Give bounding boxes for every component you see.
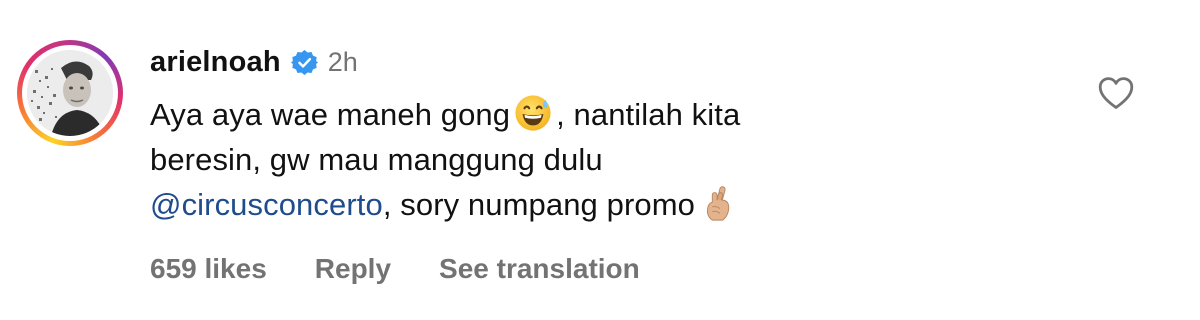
avatar[interactable] — [27, 50, 113, 136]
see-translation-button[interactable]: See translation — [439, 253, 640, 285]
comment-text: , sory numpang promo — [382, 187, 695, 222]
crossed-fingers-icon — [699, 184, 737, 222]
comment-text: beresin, gw mau manggung dulu — [150, 142, 603, 177]
comment-text: Aya aya wae maneh gong — [150, 97, 511, 132]
grinning-face-with-sweat-icon — [514, 94, 552, 132]
avatar-image — [27, 50, 113, 136]
likes-count[interactable]: 659 likes — [150, 253, 267, 285]
username[interactable]: arielnoah — [150, 46, 281, 79]
avatar-gap — [22, 45, 118, 141]
comment-header: arielnoah 2h — [150, 40, 358, 84]
comment-line-3: @circusconcerto, sory numpang promo — [150, 182, 1050, 227]
reply-button[interactable]: Reply — [315, 253, 391, 285]
comment-body: Aya aya wae maneh gong , nantilah kita b… — [150, 92, 1050, 227]
story-ring[interactable] — [17, 40, 123, 146]
comment-footer: 659 likes Reply See translation — [150, 248, 688, 290]
comment-timestamp[interactable]: 2h — [328, 47, 358, 78]
mention-link[interactable]: @circusconcerto — [150, 187, 383, 222]
comment-line-1: Aya aya wae maneh gong , nantilah kita — [150, 92, 1050, 137]
comment-line-2: beresin, gw mau manggung dulu — [150, 137, 1050, 182]
comment: arielnoah 2h Aya aya wae maneh gong , na… — [0, 0, 1200, 320]
verified-badge-icon — [290, 49, 318, 76]
like-heart-icon[interactable] — [1098, 76, 1134, 110]
comment-text: , nantilah kita — [556, 97, 741, 132]
